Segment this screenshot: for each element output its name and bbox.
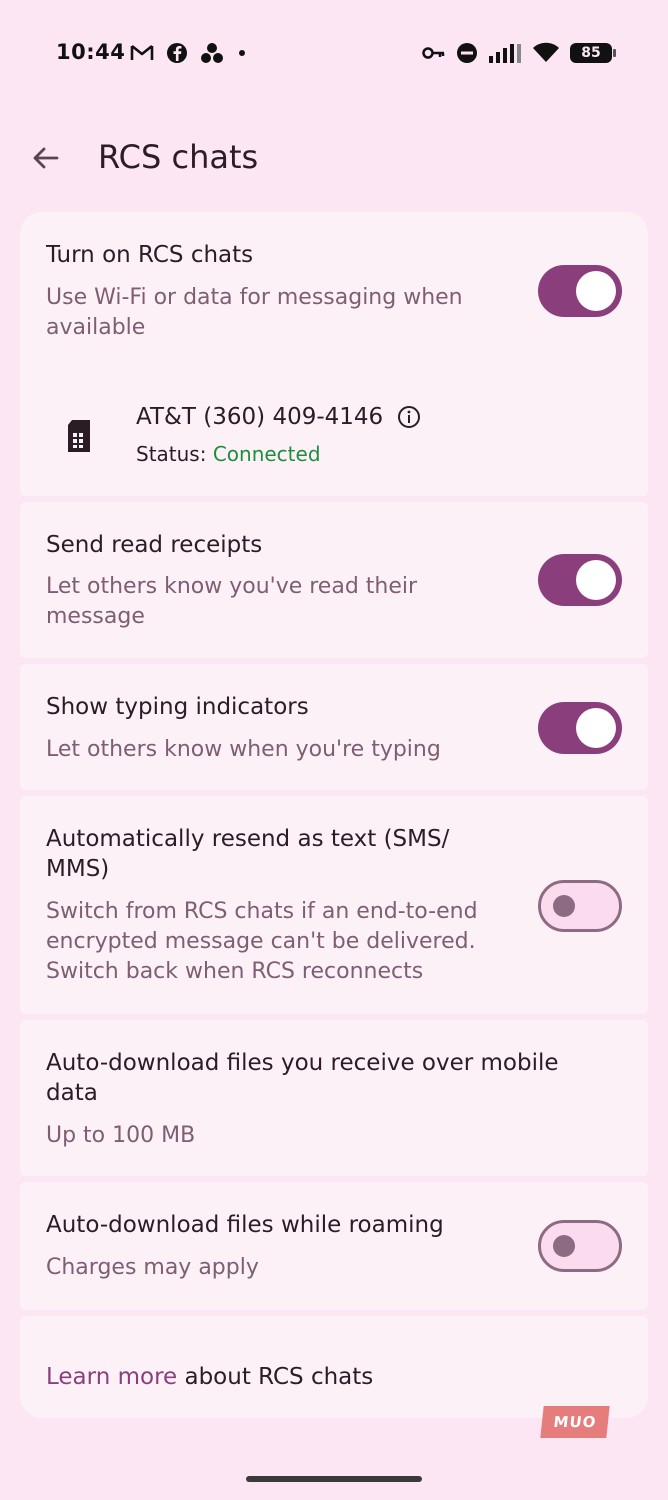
typing-indicators-card[interactable]: Show typing indicators Let others know w… (20, 664, 648, 790)
learn-more-text: Learn more about RCS chats (46, 1364, 373, 1390)
rcs-toggle-switch[interactable] (538, 265, 622, 317)
back-button[interactable] (26, 138, 66, 178)
gesture-nav-handle[interactable] (246, 1476, 422, 1482)
info-icon[interactable] (397, 405, 421, 429)
status-bar: 10:44 85 (0, 0, 668, 110)
read-receipts-title: Send read receipts (46, 532, 263, 558)
auto-download-mobile-title-1: Auto-download files you receive over mob… (46, 1050, 559, 1076)
read-receipts-toggle[interactable] (538, 554, 622, 606)
status-value: Connected (212, 442, 321, 466)
learn-more-rest: about RCS chats (177, 1364, 374, 1390)
clock: 10:44 (56, 40, 126, 64)
typing-indicators-subtitle: Let others know when you're typing (46, 737, 441, 762)
toggle-knob (576, 708, 616, 748)
status-label: Status: (136, 442, 207, 466)
resend-title-2: MMS) (46, 856, 110, 882)
page-title: RCS chats (98, 138, 259, 176)
learn-more-card: Learn more about RCS chats (20, 1316, 648, 1418)
vpn-key-icon (422, 46, 446, 60)
read-receipts-subtitle-1: Let others know you've read their (46, 574, 418, 599)
facebook-icon (166, 42, 188, 64)
resend-subtitle-1: Switch from RCS chats if an end-to-end (46, 899, 478, 924)
toggle-knob (576, 560, 616, 600)
dot-icon (236, 47, 248, 59)
sim-card-icon (64, 418, 94, 454)
resend-sms-card[interactable]: Automatically resend as text (SMS/ MMS) … (20, 796, 648, 1014)
connection-status: Status: Connected (136, 442, 321, 466)
carrier-row: AT&T (360) 409-4146 (136, 404, 421, 430)
rcs-settings-card: Turn on RCS chats Use Wi-Fi or data for … (20, 212, 648, 496)
typing-indicators-toggle[interactable] (538, 702, 622, 754)
resend-subtitle-2: encrypted message can't be delivered. (46, 929, 476, 954)
auto-download-roaming-toggle[interactable] (538, 1220, 622, 1272)
toggle-knob (553, 1235, 575, 1257)
rcs-toggle-subtitle-1: Use Wi-Fi or data for messaging when (46, 285, 463, 310)
rcs-toggle-subtitle-2: available (46, 315, 146, 340)
auto-download-roaming-subtitle: Charges may apply (46, 1255, 259, 1280)
watermark-logo: MUO (540, 1406, 610, 1438)
resend-sms-toggle[interactable] (538, 880, 622, 932)
read-receipts-card[interactable]: Send read receipts Let others know you'v… (20, 502, 648, 658)
notification-icons (130, 42, 248, 64)
learn-more-link[interactable]: Learn more (46, 1364, 177, 1390)
dots-cluster-icon (200, 42, 224, 64)
do-not-disturb-icon (456, 42, 478, 64)
battery-indicator: 85 (570, 43, 616, 63)
auto-download-roaming-title: Auto-download files while roaming (46, 1212, 444, 1238)
app-bar: RCS chats (0, 128, 668, 192)
auto-download-roaming-card[interactable]: Auto-download files while roaming Charge… (20, 1182, 648, 1310)
carrier-name: AT&T (360) 409-4146 (136, 404, 384, 430)
rcs-toggle-title: Turn on RCS chats (46, 242, 254, 268)
system-icons: 85 (422, 42, 616, 64)
read-receipts-subtitle-2: message (46, 604, 145, 629)
gmail-icon (130, 44, 154, 62)
typing-indicators-title: Show typing indicators (46, 694, 309, 720)
resend-title-1: Automatically resend as text (SMS/ (46, 826, 450, 852)
signal-icon (488, 42, 522, 64)
auto-download-mobile-title-2: data (46, 1080, 98, 1106)
auto-download-mobile-subtitle: Up to 100 MB (46, 1123, 196, 1148)
resend-subtitle-3: Switch back when RCS reconnects (46, 959, 424, 984)
toggle-knob (553, 895, 575, 917)
toggle-knob (576, 271, 616, 311)
wifi-icon (532, 42, 560, 64)
auto-download-mobile-card[interactable]: Auto-download files you receive over mob… (20, 1020, 648, 1176)
arrow-back-icon (33, 147, 59, 169)
